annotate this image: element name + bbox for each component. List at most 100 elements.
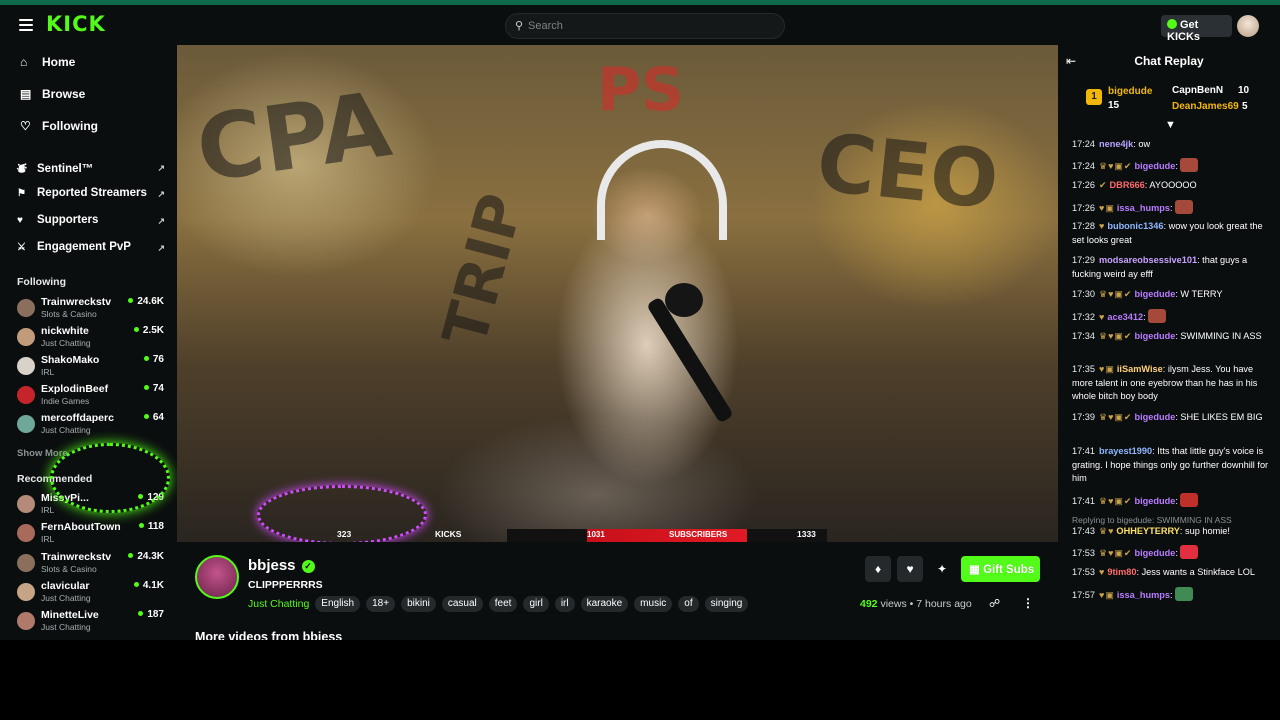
views-count: 492 [860, 598, 878, 610]
chat-username[interactable]: bigedude [1134, 161, 1175, 171]
tag-chip[interactable]: bikini [401, 596, 436, 612]
chat-username[interactable]: bigedude [1134, 331, 1175, 341]
chat-timestamp: 17:43 [1072, 526, 1095, 536]
chat-username[interactable]: 9tim80 [1107, 567, 1136, 577]
video-player[interactable]: CPA PS CEO TRIP 323 KICKS 10000 1031 SUB… [177, 45, 1058, 542]
user-avatar[interactable] [1237, 15, 1259, 37]
tag-chip[interactable]: singing [704, 596, 749, 612]
stream-info-panel: bbjess ✓ CLIPPPERRRS Just Chatting Englis… [177, 542, 1058, 640]
chat-username[interactable]: brayest1990 [1099, 446, 1152, 456]
chat-username[interactable]: bigedude [1134, 496, 1175, 506]
subs-label: SUBSCRIBERS [669, 530, 728, 539]
chat-emote-icon [1175, 200, 1194, 214]
sidebar-channel[interactable]: Trainwreckstv Slots & Casino 24.3K [17, 551, 167, 579]
chat-username[interactable]: bigedude [1134, 289, 1175, 299]
microphone-icon [665, 283, 703, 317]
chat-username[interactable]: bigedude [1134, 412, 1175, 422]
sparkle-button[interactable]: ✦ [929, 556, 955, 582]
tag-chip[interactable]: casual [441, 596, 483, 612]
subs-goal: 1333 [797, 529, 816, 539]
nav-following[interactable]: ♡ Following [20, 119, 98, 139]
nav-browse[interactable]: ▤ Browse [20, 87, 85, 107]
live-viewer-count: 4.1K [134, 580, 164, 591]
chat-username[interactable]: nene4jk [1099, 139, 1133, 149]
follow-button[interactable]: ♥ [897, 556, 923, 582]
search-bar[interactable]: ⚲ [505, 13, 785, 39]
chat-username[interactable]: issa_humps [1117, 203, 1170, 213]
tag-chip[interactable]: 18+ [366, 596, 396, 612]
category-link[interactable]: Just Chatting [248, 596, 309, 612]
leaderboard-entry[interactable]: bigedude [1108, 86, 1152, 97]
heart-icon: ♥ [906, 562, 914, 576]
share-icon[interactable]: ☍ [989, 597, 1000, 610]
chat-panel: Chat Replay ⇤ 1 bigedude 15 CapnBenN 10 … [1058, 45, 1280, 640]
chat-timestamp: 17:30 [1072, 289, 1095, 299]
chat-timestamp: 17:39 [1072, 412, 1095, 422]
tag-chip[interactable]: music [634, 596, 673, 612]
chat-username[interactable]: ace3412 [1107, 312, 1143, 322]
streamer-name[interactable]: bbjess ✓ [248, 557, 315, 574]
sidebar-channel[interactable]: MinetteLive Just Chatting 187 [17, 609, 167, 637]
sidebar-channel[interactable]: Trainwreckstv Slots & Casino 24.6K [17, 296, 167, 324]
kick-logo[interactable]: KICK [46, 12, 106, 36]
sidebar-channel[interactable]: nickwhite Just Chatting 2.5K [17, 325, 167, 353]
more-videos-heading: More videos from bbiess [195, 630, 343, 640]
chat-timestamp: 17:26 [1072, 180, 1095, 190]
chat-username[interactable]: bigedude [1134, 548, 1175, 558]
chat-message: 17:26 ✔ DBR666: AYOOOOO [1072, 179, 1274, 193]
leaderboard-entry[interactable]: CapnBenN [1172, 85, 1223, 96]
chat-message: 17:34 ♛♥▣✔ bigedude: SWIMMING IN ASS [1072, 330, 1274, 344]
overlay-kicks-count: 323 [337, 529, 352, 539]
streamer-avatar[interactable] [195, 555, 239, 599]
leaderboard-count: 15 [1108, 100, 1120, 111]
tag-chip[interactable]: English [315, 596, 361, 612]
chat-message: 17:28 ♥ bubonic1346: wow you look great th… [1072, 221, 1263, 245]
channel-avatar [17, 612, 35, 630]
sidebar-link-sentinel[interactable]: ⛇ Sentinel™ ↗ [17, 161, 167, 176]
chat-username[interactable]: OHHEYTERRY [1116, 526, 1179, 536]
menu-icon[interactable] [19, 19, 33, 31]
gift-subs-button[interactable]: ▦ Gift Subs [961, 556, 1040, 582]
sidebar-link-reported-streamers[interactable]: ⚑ Reported Streamers ↗ [17, 187, 167, 199]
chat-username[interactable]: iiSamWise [1117, 364, 1163, 374]
sidebar-channel[interactable]: mercoffdaperc Just Chatting 64 [17, 412, 167, 440]
chat-badges-icon: ♥ [1099, 567, 1106, 577]
leaderboard-entry[interactable]: DeanJames69 [1172, 101, 1239, 112]
sidebar-channel[interactable]: ExplodinBeef Indie Games 74 [17, 383, 167, 411]
sidebar-channel[interactable]: clavicular Just Chatting 4.1K [17, 580, 167, 608]
chat-emote-icon [1180, 158, 1199, 172]
notification-bell-button[interactable]: ♦ [865, 556, 891, 582]
sidebar-channel[interactable]: ShakoMako IRL 76 [17, 354, 167, 382]
chat-username[interactable]: modsareobsessive101 [1099, 255, 1197, 265]
tag-chip[interactable]: karaoke [580, 596, 629, 612]
chat-username[interactable]: bubonic1346 [1107, 221, 1163, 231]
nav-home[interactable]: ⌂ Home [20, 55, 75, 75]
chat-message: 17:41 ♛♥▣✔ bigedude: [1072, 493, 1274, 509]
collapse-chat-icon[interactable]: ⇤ [1066, 54, 1076, 68]
chat-emote-icon [1175, 587, 1194, 601]
tag-chip[interactable]: girl [523, 596, 549, 612]
chat-emote-icon [1148, 309, 1167, 323]
flag-icon: ⚑ [17, 188, 26, 199]
chat-message: 17:30 ♛♥▣✔ bigedude: W TERRY [1072, 288, 1274, 302]
tag-chip[interactable]: feet [488, 596, 518, 612]
chat-username[interactable]: issa_humps [1117, 590, 1170, 600]
get-kicks-button[interactable]: Get KICKs [1161, 15, 1232, 43]
sidebar-link-supporters[interactable]: ♥ Supporters ↗ [17, 214, 167, 226]
chat-username[interactable]: DBR666 [1110, 180, 1145, 190]
sidebar-link-engagement-pvp[interactable]: ⚔ Engagement PvP ↗ [17, 241, 167, 253]
chat-timestamp: 17:29 [1072, 255, 1095, 265]
search-input[interactable] [528, 18, 778, 34]
more-options-icon[interactable]: ⋮ [1022, 596, 1034, 610]
sparkle-icon: ✦ [936, 562, 948, 576]
following-section-title: Following [17, 276, 66, 288]
chat-badges-icon: ♛♥▣✔ [1099, 548, 1133, 558]
tag-chip[interactable]: irl [554, 596, 575, 612]
chat-timestamp: 17:53 [1072, 548, 1095, 558]
chat-message: 17:24 nene4jk: ow [1072, 139, 1151, 149]
tag-chip[interactable]: of [678, 596, 699, 612]
filter-icon[interactable]: ▼ [1165, 119, 1176, 131]
chat-message: 17:43 ♛♥ OHHEYTERRY: sup homie! [1072, 525, 1274, 539]
channel-avatar [17, 583, 35, 601]
sidebar-channel[interactable]: FernAboutTown IRL 118 [17, 521, 167, 549]
